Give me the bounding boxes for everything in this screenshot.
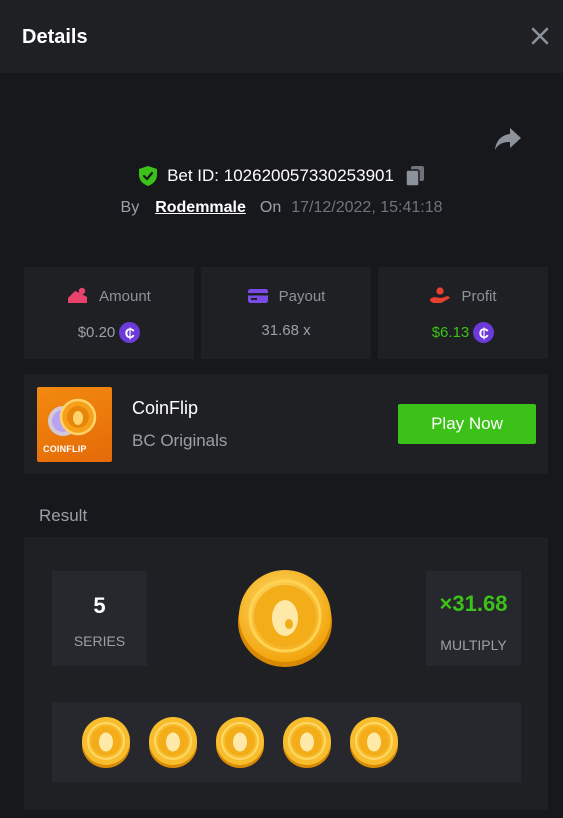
currency-coin-icon: ₵ (119, 322, 141, 343)
amount-icon (68, 287, 88, 303)
result-heading: Result (39, 506, 88, 525)
coin-series-row (52, 702, 521, 782)
coin-result-icon (238, 570, 332, 667)
verified-shield-icon (139, 166, 158, 186)
close-icon[interactable] (529, 25, 551, 47)
stat-value: $6.13 (431, 324, 470, 341)
game-thumbnail[interactable]: COINFLIP (37, 387, 112, 462)
multiply-value: ×31.68 (439, 591, 508, 616)
by-label: By (120, 199, 140, 216)
thumbnail-label: COINFLIP (43, 444, 87, 454)
game-name: CoinFlip (132, 398, 199, 418)
bet-id-row: Bet ID: 102620057330253901 (0, 166, 563, 186)
series-coin-icon (216, 717, 264, 768)
multiply-box: ×31.68 MULTIPLY (426, 571, 521, 666)
stat-label: Payout (278, 287, 326, 305)
game-provider: BC Originals (132, 431, 228, 450)
currency-coin-icon: ₵ (473, 322, 495, 343)
series-coin-icon (283, 717, 331, 768)
payout-card-icon (247, 289, 268, 303)
series-coin-icon (149, 717, 197, 768)
stat-payout: Payout 31.68 x (201, 267, 371, 359)
stat-value: $0.20 (77, 324, 116, 341)
series-label: SERIES (73, 633, 126, 649)
username-link[interactable]: Rodemmale (155, 199, 246, 217)
series-box: 5 SERIES (52, 571, 147, 666)
copy-icon[interactable] (405, 166, 424, 186)
bet-date: 17/12/2022, 15:41:18 (291, 199, 443, 216)
series-coin-icon (350, 717, 398, 768)
profit-hand-icon (430, 287, 451, 303)
game-card: COINFLIP CoinFlip BC Originals Play Now (24, 374, 548, 474)
stat-amount: Amount $0.20 ₵ (24, 267, 194, 359)
bet-id: Bet ID: 102620057330253901 (167, 166, 394, 185)
multiply-label: MULTIPLY (440, 637, 507, 653)
on-label: On (259, 199, 282, 216)
bet-meta-row: By Rodemmale On 17/12/2022, 15:41:18 (0, 199, 563, 217)
stat-value: 31.68 x (261, 322, 311, 339)
stat-profit: Profit $6.13 ₵ (378, 267, 548, 359)
share-icon[interactable] (494, 126, 522, 152)
series-value: 5 (93, 593, 106, 618)
stat-label: Amount (99, 287, 151, 305)
details-header: Details (0, 0, 563, 73)
play-now-button[interactable]: Play Now (398, 404, 536, 444)
page-title: Details (22, 26, 88, 48)
series-coin-icon (82, 717, 130, 768)
result-panel: 5 SERIES ×31.68 MULTIPLY (24, 537, 548, 810)
stat-label: Profit (461, 287, 497, 305)
